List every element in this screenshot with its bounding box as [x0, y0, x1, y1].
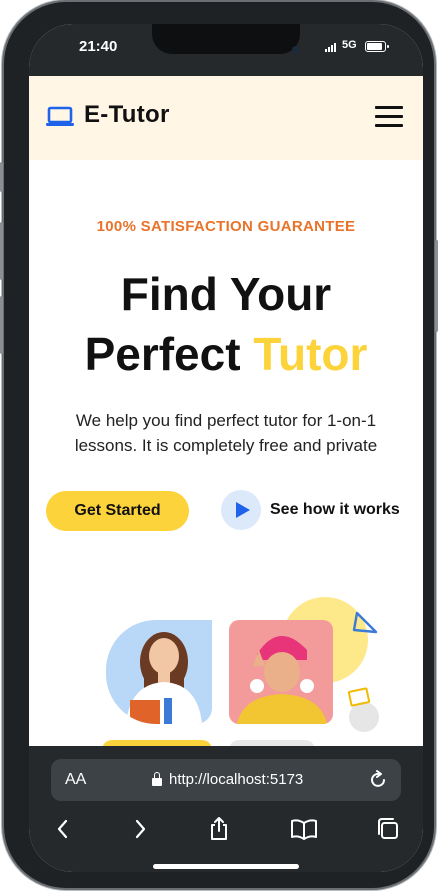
headline-line-2: Perfect Tutor	[29, 324, 423, 384]
see-how-it-works-link[interactable]: See how it works	[270, 501, 400, 519]
laptop-icon	[46, 106, 74, 126]
status-bar: 21:40 5G	[29, 24, 423, 76]
home-indicator[interactable]	[153, 864, 299, 869]
play-icon[interactable]	[221, 490, 261, 530]
back-icon[interactable]	[49, 816, 77, 842]
bookmarks-icon[interactable]	[290, 816, 318, 842]
phone-screen: 21:40 5G E-Tutor 100% SATISFACTION GUARA…	[29, 24, 423, 872]
side-button	[0, 162, 3, 192]
headline-line-1: Find Your	[120, 268, 332, 320]
student-figure-image	[126, 632, 202, 724]
decorative-gray-circle	[349, 702, 379, 732]
address-bar[interactable]: AA http://localhost:5173	[51, 759, 401, 801]
forward-icon[interactable]	[126, 816, 154, 842]
decorative-triangle-icon	[352, 611, 378, 634]
hamburger-menu-icon[interactable]	[375, 106, 403, 128]
browser-toolbar: AA http://localhost:5173	[29, 746, 423, 872]
reload-icon[interactable]	[367, 769, 389, 791]
satisfaction-tagline: 100% SATISFACTION GUARANTEE	[96, 218, 356, 235]
notch	[152, 24, 300, 54]
share-icon[interactable]	[205, 816, 233, 842]
brand-name[interactable]: E-Tutor	[84, 101, 170, 129]
headline-accent-word: Tutor	[253, 328, 368, 380]
volume-down-button	[0, 296, 3, 354]
text-size-button[interactable]: AA	[65, 771, 86, 789]
hero-description: We help you find perfect tutor for 1-on-…	[74, 411, 378, 455]
tabs-icon[interactable]	[374, 816, 402, 842]
battery-icon	[365, 41, 389, 52]
tutor-figure-image	[237, 635, 327, 724]
network-type: 5G	[342, 39, 357, 51]
hero-headline: Find Your Perfect Tutor	[29, 264, 423, 384]
tutor-photo	[229, 620, 333, 724]
url-text[interactable]: http://localhost:5173	[169, 771, 303, 788]
phone-frame: 21:40 5G E-Tutor 100% SATISFACTION GUARA…	[0, 2, 438, 888]
get-started-button[interactable]: Get Started	[46, 491, 189, 531]
power-button	[435, 240, 438, 332]
lock-icon	[152, 772, 162, 786]
camera-icon	[292, 46, 300, 54]
site-navbar: E-Tutor	[29, 76, 423, 160]
hero-illustration	[29, 584, 423, 760]
student-photo	[106, 620, 212, 724]
signal-icon	[325, 43, 336, 52]
headline-plain-word: Perfect	[84, 328, 241, 380]
volume-up-button	[0, 222, 3, 280]
status-time: 21:40	[79, 38, 118, 55]
